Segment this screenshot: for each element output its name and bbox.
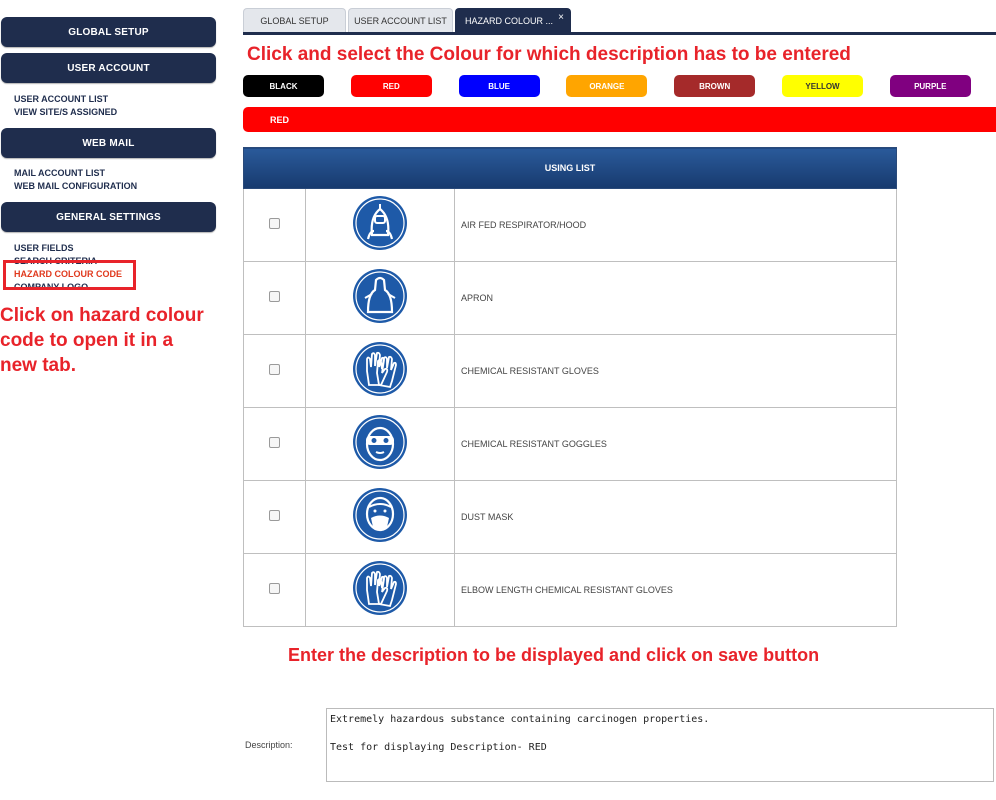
link-user-fields[interactable]: USER FIELDS: [14, 242, 74, 255]
sidebar-annotation-line: new tab.: [0, 355, 77, 376]
colour-button-yellow[interactable]: YELLOW: [782, 75, 863, 97]
tab-global-setup[interactable]: GLOBAL SETUP: [243, 8, 346, 32]
row-checkbox[interactable]: [269, 437, 280, 448]
row-label: CHEMICAL RESISTANT GOGGLES: [454, 407, 897, 481]
tab-label: HAZARD COLOUR ...: [464, 15, 553, 26]
nav-web-mail[interactable]: WEB MAIL: [1, 128, 216, 158]
row-label: APRON: [454, 261, 897, 335]
air-fed-respirator-icon: [352, 195, 408, 251]
description-label: Description:: [245, 740, 293, 750]
description-textarea[interactable]: Extremely hazardous substance containing…: [326, 708, 994, 782]
tab-user-account-list[interactable]: USER ACCOUNT LIST: [348, 8, 453, 32]
table-header: USING LIST: [243, 147, 897, 189]
colour-annotation: Click and select the Colour for which de…: [247, 44, 851, 65]
row-checkbox[interactable]: [269, 583, 280, 594]
row-checkbox[interactable]: [269, 218, 280, 229]
link-user-account-list[interactable]: USER ACCOUNT LIST: [14, 93, 108, 106]
highlight-box: [3, 260, 136, 290]
table-row: CHEMICAL RESISTANT GOGGLES: [243, 407, 897, 481]
row-label: ELBOW LENGTH CHEMICAL RESISTANT GLOVES: [454, 553, 897, 627]
colour-button-black[interactable]: BLACK: [243, 75, 324, 97]
link-web-mail-configuration[interactable]: WEB MAIL CONFIGURATION: [14, 180, 137, 193]
gloves-icon: [352, 341, 408, 397]
save-annotation: Enter the description to be displayed an…: [288, 645, 820, 665]
dust-mask-icon: [352, 487, 408, 543]
sidebar-annotation: Click on hazard colour code to open it i…: [0, 303, 204, 378]
tabbar-divider: [243, 32, 996, 35]
selected-colour-bar: RED: [243, 107, 996, 132]
table-row: CHEMICAL RESISTANT GLOVES: [243, 334, 897, 408]
close-icon[interactable]: ×: [558, 12, 564, 23]
link-mail-account-list[interactable]: MAIL ACCOUNT LIST: [14, 167, 105, 180]
table-row: APRON: [243, 261, 897, 335]
sidebar-annotation-line: code to open it in a: [0, 330, 174, 351]
link-view-sites-assigned[interactable]: VIEW SITE/S ASSIGNED: [14, 106, 117, 119]
table-row: ELBOW LENGTH CHEMICAL RESISTANT GLOVES: [243, 553, 897, 627]
gloves-icon: [352, 560, 408, 616]
apron-icon: [352, 268, 408, 324]
nav-global-setup[interactable]: GLOBAL SETUP: [1, 17, 216, 47]
row-checkbox[interactable]: [269, 364, 280, 375]
using-list-table: USING LIST AIR FED RESPIRATOR/HOOD APRON: [243, 147, 897, 627]
nav-user-account[interactable]: USER ACCOUNT: [1, 53, 216, 83]
tab-hazard-colour[interactable]: HAZARD COLOUR ... ×: [455, 8, 571, 32]
colour-button-blue[interactable]: BLUE: [458, 75, 540, 97]
table-row: DUST MASK: [243, 480, 897, 554]
nav-general-settings[interactable]: GENERAL SETTINGS: [1, 202, 216, 232]
goggles-icon: [352, 414, 408, 470]
colour-button-red[interactable]: RED: [350, 75, 432, 97]
table-row: AIR FED RESPIRATOR/HOOD: [243, 188, 897, 262]
tab-label: USER ACCOUNT LIST: [354, 15, 447, 26]
row-label: DUST MASK: [454, 480, 897, 554]
colour-button-brown[interactable]: BROWN: [674, 75, 756, 97]
colour-button-orange[interactable]: ORANGE: [566, 75, 648, 97]
row-checkbox[interactable]: [269, 510, 280, 521]
row-label: CHEMICAL RESISTANT GLOVES: [454, 334, 897, 408]
colour-button-purple[interactable]: PURPLE: [889, 75, 971, 97]
row-checkbox[interactable]: [269, 291, 280, 302]
row-label: AIR FED RESPIRATOR/HOOD: [454, 188, 897, 262]
tab-label: GLOBAL SETUP: [260, 15, 329, 26]
sidebar-annotation-line: Click on hazard colour: [0, 305, 204, 326]
